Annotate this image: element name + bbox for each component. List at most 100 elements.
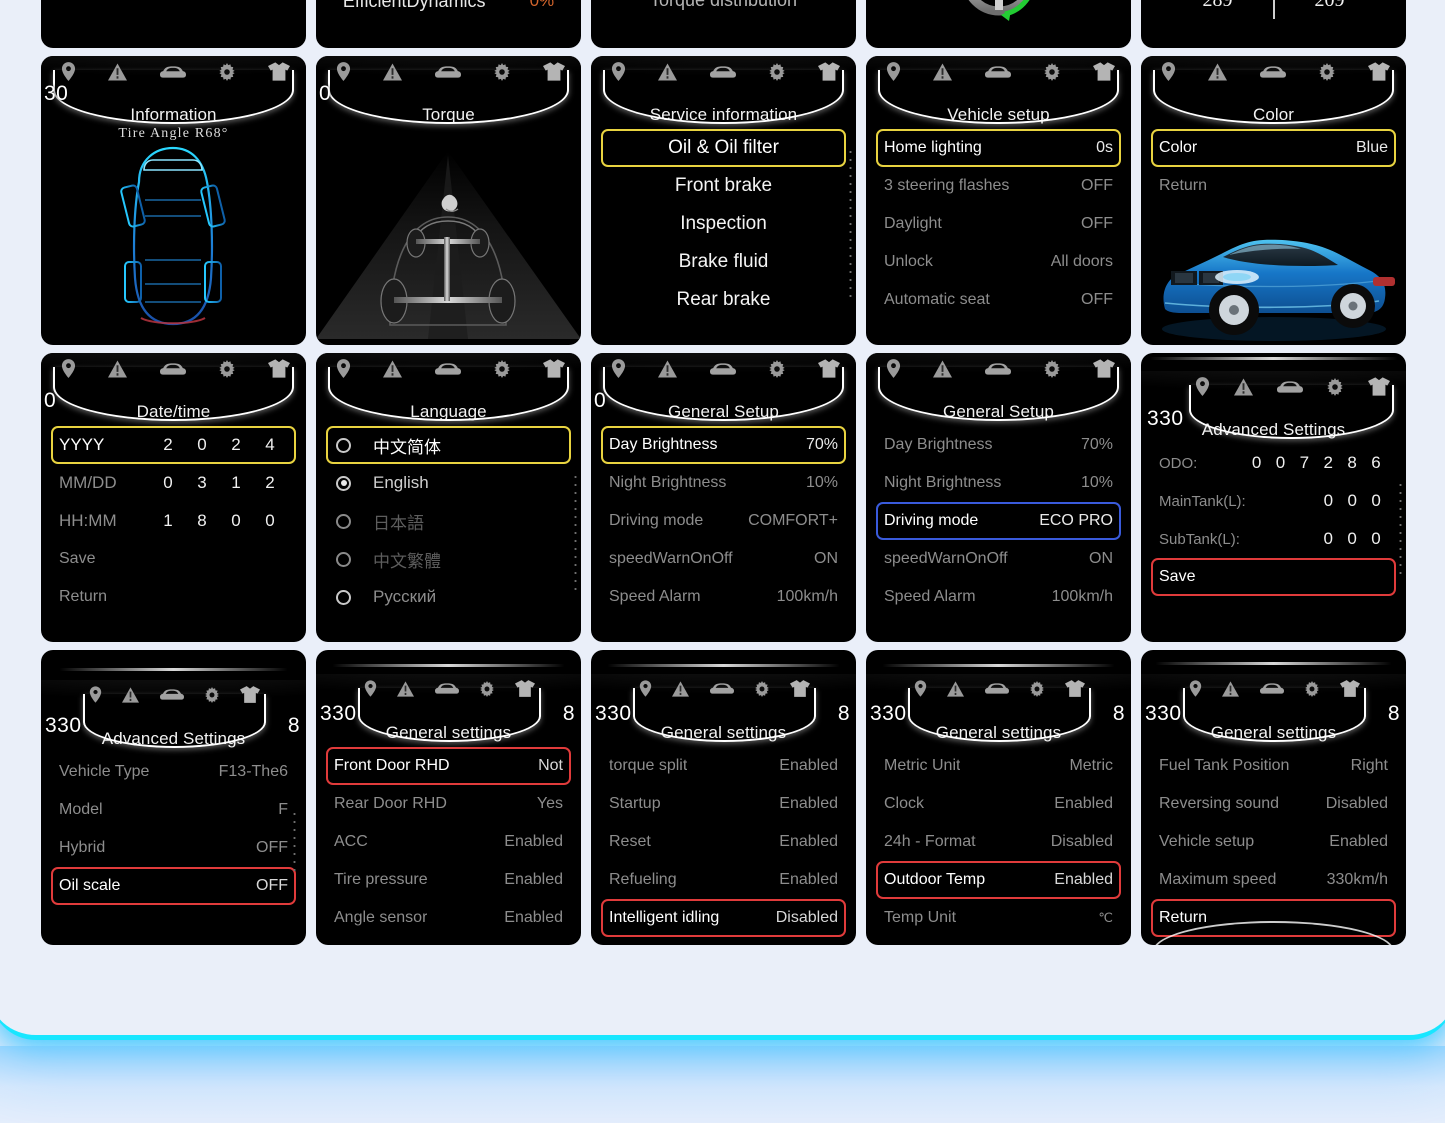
gear-icon[interactable]: [479, 680, 495, 697]
list-item[interactable]: Outdoor Temp Enabled: [876, 861, 1121, 899]
tshirt-icon[interactable]: [268, 359, 290, 378]
location-pin-icon[interactable]: [61, 359, 76, 378]
location-pin-icon[interactable]: [336, 359, 351, 378]
tshirt-icon[interactable]: [515, 680, 535, 697]
warning-triangle-icon[interactable]: [397, 680, 415, 697]
location-pin-icon[interactable]: [611, 359, 626, 378]
location-pin-icon[interactable]: [1189, 680, 1202, 697]
language-option[interactable]: English: [326, 464, 571, 502]
odo-row[interactable]: ODO: 0 0 7 2 8 6: [1151, 444, 1396, 482]
list-item[interactable]: 24h - Format Disabled: [876, 823, 1121, 861]
gear-icon[interactable]: [768, 62, 786, 81]
digit[interactable]: 4: [253, 435, 287, 455]
car-icon[interactable]: [1259, 65, 1286, 79]
list-item[interactable]: Front Door RHD Not: [326, 747, 571, 785]
list-item[interactable]: Front brake: [601, 167, 846, 205]
save-button[interactable]: Save: [51, 540, 296, 578]
digit[interactable]: 0: [253, 511, 287, 531]
list-item[interactable]: Intelligent idling Disabled: [601, 899, 846, 937]
gear-icon[interactable]: [1304, 680, 1320, 697]
car-icon[interactable]: [159, 362, 186, 376]
tshirt-icon[interactable]: [1065, 680, 1085, 697]
list-item[interactable]: Metric Unit Metric: [876, 747, 1121, 785]
car-icon[interactable]: [434, 682, 459, 695]
list-item[interactable]: speedWarnOnOff ON: [876, 540, 1121, 578]
digit[interactable]: 0: [1364, 491, 1388, 511]
tshirt-icon[interactable]: [1340, 680, 1360, 697]
tshirt-icon[interactable]: [543, 62, 565, 81]
digit[interactable]: 0: [1269, 453, 1293, 473]
tshirt-icon[interactable]: [1093, 62, 1115, 81]
digit[interactable]: 0: [1245, 453, 1269, 473]
list-item[interactable]: Temp Unit ℃: [876, 899, 1121, 937]
tshirt-icon[interactable]: [268, 62, 290, 81]
location-pin-icon[interactable]: [914, 680, 927, 697]
digit[interactable]: 2: [1316, 453, 1340, 473]
warning-triangle-icon[interactable]: [383, 62, 403, 81]
radio-icon[interactable]: [336, 513, 351, 529]
warning-triangle-icon[interactable]: [383, 359, 403, 378]
warning-triangle-icon[interactable]: [1233, 377, 1253, 396]
gear-icon[interactable]: [218, 62, 236, 81]
digit[interactable]: 0: [219, 511, 253, 531]
digit[interactable]: 2: [151, 435, 185, 455]
warning-triangle-icon[interactable]: [122, 686, 140, 703]
list-item[interactable]: Rear brake: [601, 281, 846, 319]
list-item[interactable]: torque split Enabled: [601, 747, 846, 785]
location-pin-icon[interactable]: [336, 62, 351, 81]
list-item[interactable]: Oil & Oil filter: [601, 129, 846, 167]
gear-icon[interactable]: [1043, 359, 1061, 378]
tshirt-icon[interactable]: [790, 680, 810, 697]
car-icon[interactable]: [984, 362, 1011, 376]
car-icon[interactable]: [159, 65, 186, 79]
gear-icon[interactable]: [768, 359, 786, 378]
digit[interactable]: 0: [185, 435, 219, 455]
list-item[interactable]: Return: [1151, 167, 1396, 205]
gear-icon[interactable]: [493, 359, 511, 378]
gear-icon[interactable]: [1326, 377, 1344, 396]
list-item[interactable]: Unlock All doors: [876, 243, 1121, 281]
scrollbar[interactable]: [574, 473, 577, 593]
language-option[interactable]: Русский: [326, 578, 571, 616]
list-item[interactable]: Speed Alarm 100km/h: [601, 578, 846, 616]
list-item[interactable]: Vehicle setup Enabled: [1151, 823, 1396, 861]
language-option[interactable]: 中文简体: [326, 426, 571, 464]
nav-icon-bar[interactable]: [886, 359, 1115, 378]
digit[interactable]: 0: [1364, 529, 1388, 549]
location-pin-icon[interactable]: [886, 359, 901, 378]
nav-icon-bar[interactable]: [89, 686, 260, 703]
list-item[interactable]: Angle sensor Enabled: [326, 899, 571, 937]
list-item[interactable]: Refueling Enabled: [601, 861, 846, 899]
nav-icon-bar[interactable]: [336, 359, 565, 378]
gear-icon[interactable]: [218, 359, 236, 378]
location-pin-icon[interactable]: [639, 680, 652, 697]
digit[interactable]: 0: [1316, 491, 1340, 511]
nav-icon-bar[interactable]: [1161, 62, 1390, 81]
digit[interactable]: 3: [185, 473, 219, 493]
tshirt-icon[interactable]: [1368, 62, 1390, 81]
car-icon[interactable]: [709, 362, 736, 376]
location-pin-icon[interactable]: [364, 680, 377, 697]
list-item[interactable]: Maximum speed 330km/h: [1151, 861, 1396, 899]
warning-triangle-icon[interactable]: [947, 680, 965, 697]
car-icon[interactable]: [1276, 380, 1303, 394]
date-row-time[interactable]: HH:MM 1 8 0 0: [51, 502, 296, 540]
list-item[interactable]: Driving mode COMFORT+: [601, 502, 846, 540]
list-item[interactable]: Hybrid OFF: [51, 829, 296, 867]
nav-icon-bar[interactable]: [61, 359, 290, 378]
list-item[interactable]: Color Blue: [1151, 129, 1396, 167]
car-icon[interactable]: [709, 682, 734, 695]
digit[interactable]: 2: [219, 435, 253, 455]
car-icon[interactable]: [984, 65, 1011, 79]
scrollbar[interactable]: [293, 810, 296, 872]
scrollbar[interactable]: [849, 148, 852, 298]
maintank-row[interactable]: MainTank(L): 0 0 0: [1151, 482, 1396, 520]
location-pin-icon[interactable]: [886, 62, 901, 81]
list-item[interactable]: Reversing sound Disabled: [1151, 785, 1396, 823]
list-item[interactable]: Night Brightness 10%: [601, 464, 846, 502]
warning-triangle-icon[interactable]: [1208, 62, 1228, 81]
tshirt-icon[interactable]: [818, 62, 840, 81]
list-item[interactable]: Daylight OFF: [876, 205, 1121, 243]
nav-icon-bar[interactable]: [639, 680, 810, 697]
list-item[interactable]: Night Brightness 10%: [876, 464, 1121, 502]
